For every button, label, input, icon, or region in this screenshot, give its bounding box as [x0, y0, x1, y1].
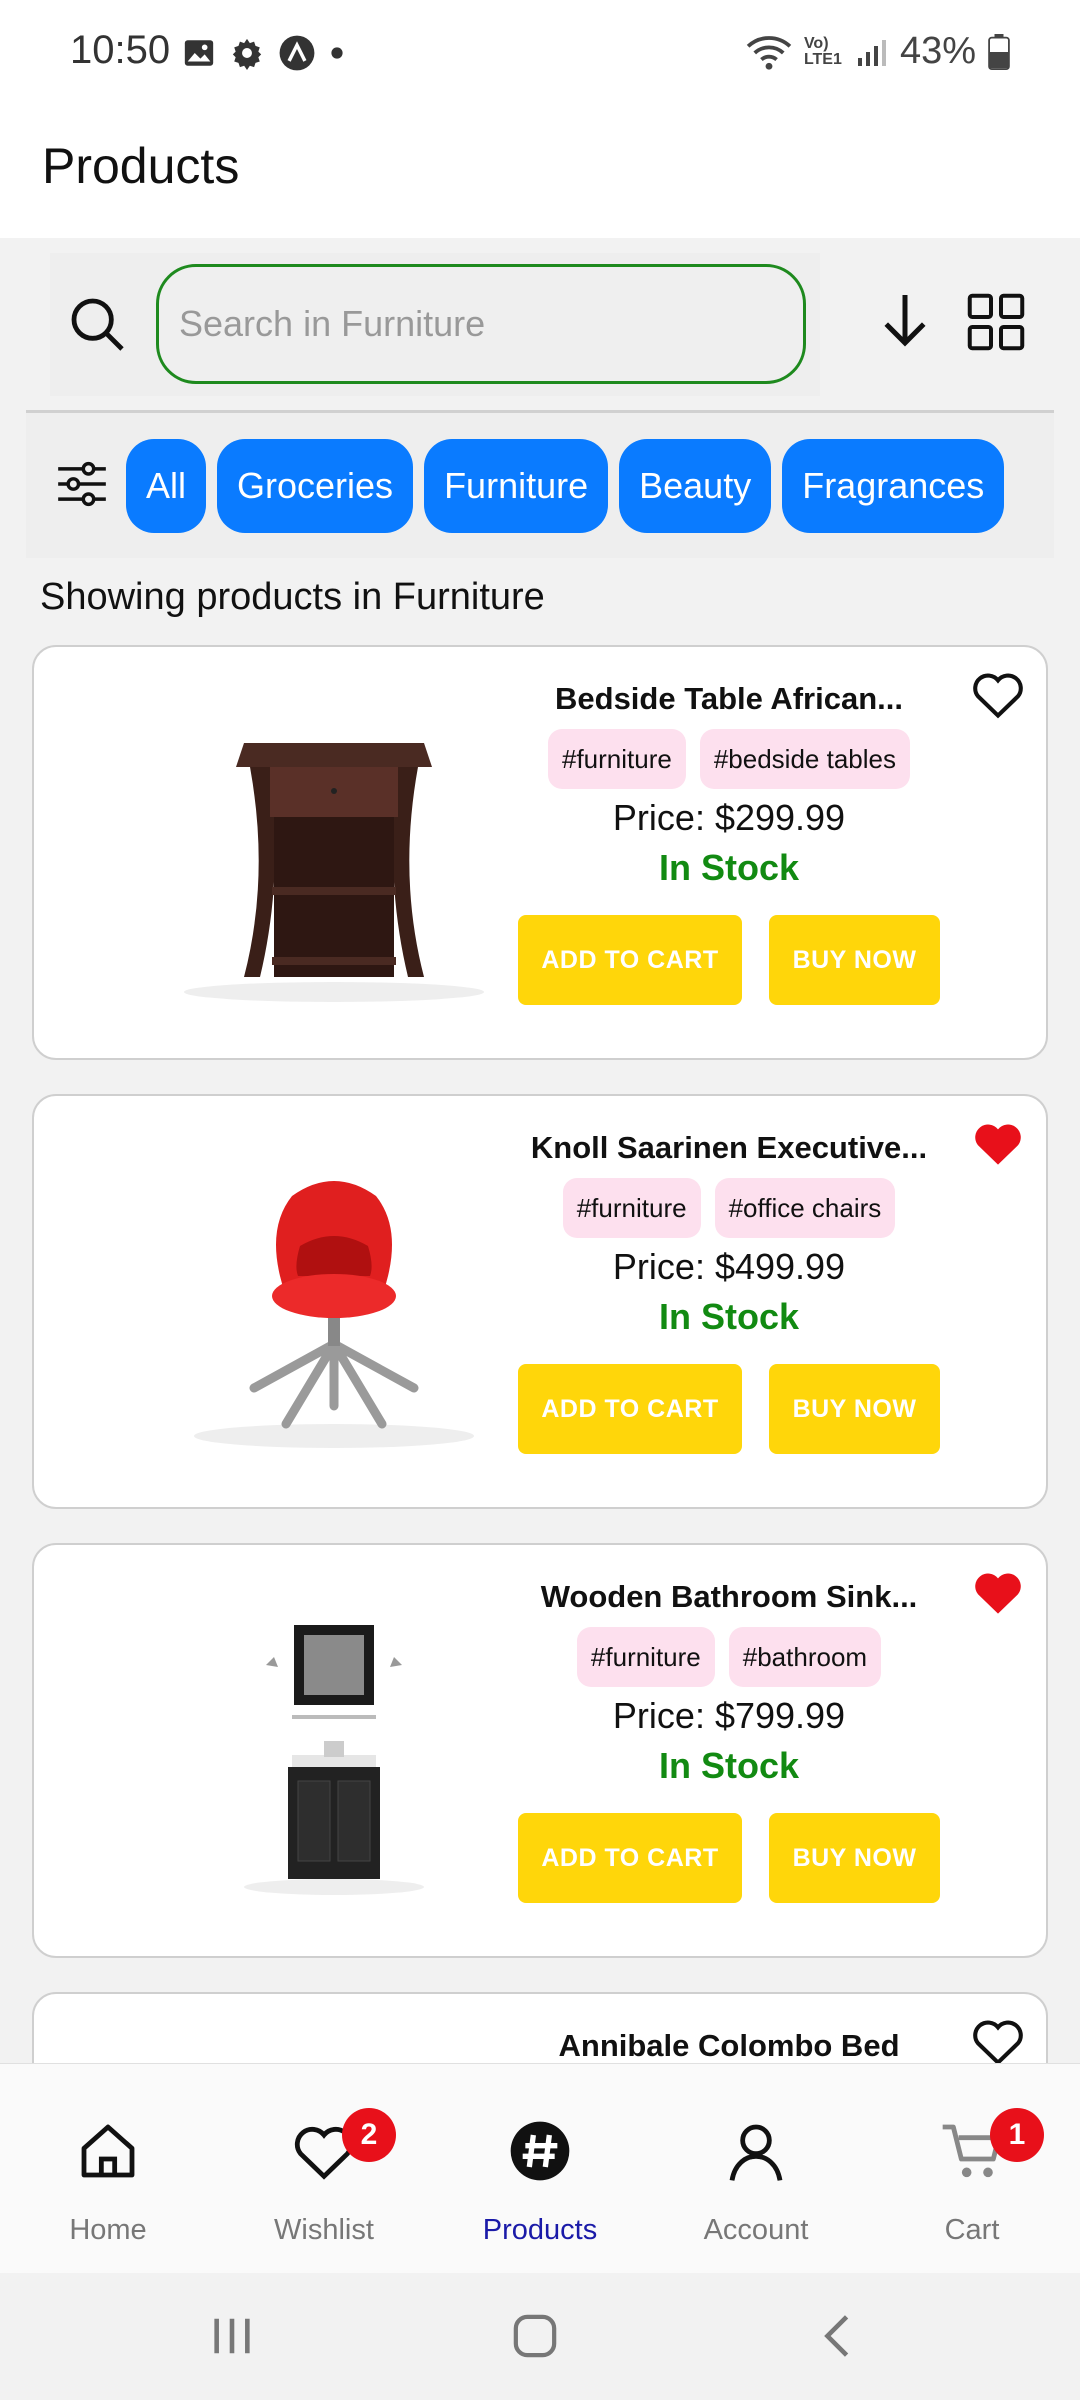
- back-icon[interactable]: [820, 2313, 854, 2359]
- nav-item-cart[interactable]: 1 Cart: [864, 2064, 1080, 2274]
- nav-label: Account: [703, 2214, 809, 2246]
- nav-item-products[interactable]: Products: [432, 2064, 648, 2274]
- status-right: Vo) LTE1 43%: [746, 30, 1010, 73]
- product-tags: #furniture #office chairs: [464, 1178, 994, 1238]
- category-chip-all[interactable]: All: [126, 439, 207, 533]
- page-title: Products: [42, 138, 240, 194]
- status-time: 10:50: [70, 28, 171, 72]
- stock-status: In Stock: [658, 847, 800, 888]
- cart-badge: 1: [990, 2108, 1044, 2162]
- heart-outline-icon[interactable]: [970, 669, 1026, 719]
- product-price: Price: $299.99: [612, 797, 846, 838]
- hashtag-icon: [510, 2121, 570, 2181]
- category-chip-groceries[interactable]: Groceries: [217, 439, 414, 533]
- stock-status: In Stock: [658, 1296, 800, 1337]
- settings-gear-icon: [232, 38, 262, 70]
- category-chip-furniture[interactable]: Furniture: [424, 439, 609, 533]
- screen: 10:50 Vo) LTE1 43% Products All Grocerie…: [0, 0, 1080, 2400]
- product-price: Price: $499.99: [612, 1246, 846, 1287]
- search-bar: [50, 253, 820, 396]
- status-notification-icons: [182, 34, 344, 72]
- filter-sliders-icon[interactable]: [56, 458, 108, 510]
- product-tag[interactable]: #furniture: [576, 1627, 715, 1687]
- product-image-office-chair[interactable]: [174, 1156, 494, 1456]
- heart-filled-icon[interactable]: [970, 1118, 1026, 1168]
- bottom-navigation: Home 2 Wishlist Products Account 1 Cart: [0, 2063, 1080, 2273]
- nav-label: Products: [482, 2214, 598, 2246]
- grid-view-icon[interactable]: [966, 292, 1026, 352]
- category-filter-bar: All Groceries Furniture Beauty Fragrance…: [26, 413, 1054, 558]
- network-label: Vo) LTE1: [803, 34, 842, 68]
- product-actions: ADD TO CART BUY NOW: [464, 1813, 994, 1903]
- product-tag[interactable]: #bedside tables: [699, 729, 910, 789]
- product-price: Price: $799.99: [612, 1695, 846, 1736]
- dot-icon: [331, 47, 343, 59]
- nav-item-account[interactable]: Account: [648, 2064, 864, 2274]
- product-tag[interactable]: #bathroom: [728, 1627, 882, 1687]
- showing-products-label: Showing products in Furniture: [40, 576, 545, 618]
- product-tag[interactable]: #office chairs: [714, 1178, 896, 1238]
- wifi-icon: [746, 35, 792, 70]
- product-tag[interactable]: #furniture: [562, 1178, 701, 1238]
- buy-now-button[interactable]: BUY NOW: [769, 1813, 940, 1903]
- status-bar: 10:50 Vo) LTE1 43%: [0, 0, 1080, 105]
- product-tags: #furniture #bathroom: [464, 1627, 994, 1687]
- recent-apps-icon[interactable]: [210, 2313, 254, 2359]
- add-to-cart-button[interactable]: ADD TO CART: [518, 915, 742, 1005]
- product-card[interactable]: Knoll Saarinen Executive... #furniture #…: [32, 1094, 1048, 1509]
- category-chip-fragrances[interactable]: Fragrances: [782, 439, 1005, 533]
- product-title[interactable]: Wooden Bathroom Sink...: [464, 1579, 994, 1615]
- battery-percent: 43%: [899, 30, 976, 72]
- app-header: Products: [0, 105, 1080, 238]
- product-card[interactable]: Bedside Table African... #furniture #bed…: [32, 645, 1048, 1060]
- product-title[interactable]: Bedside Table African...: [464, 681, 994, 717]
- wishlist-badge: 2: [342, 2108, 396, 2162]
- product-card[interactable]: Wooden Bathroom Sink... #furniture #bath…: [32, 1543, 1048, 1958]
- sort-arrow-down-icon[interactable]: [880, 290, 930, 350]
- gallery-icon: [184, 40, 214, 66]
- user-icon: [729, 2124, 783, 2181]
- product-tag[interactable]: #furniture: [548, 729, 686, 789]
- system-navigation-bar: [0, 2273, 1080, 2400]
- app-notification-icon: [279, 35, 315, 71]
- add-to-cart-button[interactable]: ADD TO CART: [518, 1364, 742, 1454]
- home-icon: [81, 2124, 135, 2178]
- nav-label: Wishlist: [274, 2214, 374, 2246]
- nav-label: Home: [69, 2214, 147, 2246]
- product-title[interactable]: Knoll Saarinen Executive...: [464, 1130, 994, 1166]
- buy-now-button[interactable]: BUY NOW: [769, 915, 940, 1005]
- signal-icon: [857, 39, 886, 66]
- heart-outline-icon[interactable]: [970, 2016, 1026, 2066]
- stock-status: In Stock: [658, 1745, 800, 1786]
- buy-now-button[interactable]: BUY NOW: [769, 1364, 940, 1454]
- category-chips: All Groceries Furniture Beauty Fragrance…: [126, 439, 1005, 533]
- product-image-bedside-table[interactable]: [174, 707, 494, 1007]
- product-tags: #furniture #bedside tables: [464, 729, 994, 789]
- home-button-icon[interactable]: [512, 2313, 558, 2359]
- nav-item-wishlist[interactable]: 2 Wishlist: [216, 2064, 432, 2274]
- add-to-cart-button[interactable]: ADD TO CART: [518, 1813, 742, 1903]
- nav-label: Cart: [944, 2214, 1000, 2246]
- heart-filled-icon[interactable]: [970, 1567, 1026, 1617]
- product-image-bathroom-sink[interactable]: [174, 1605, 494, 1905]
- nav-item-home[interactable]: Home: [0, 2064, 216, 2274]
- search-icon[interactable]: [66, 293, 130, 357]
- category-chip-beauty[interactable]: Beauty: [619, 439, 772, 533]
- product-title[interactable]: Annibale Colombo Bed: [464, 2028, 994, 2064]
- product-actions: ADD TO CART BUY NOW: [464, 915, 994, 1005]
- battery-icon: [988, 33, 1010, 70]
- product-actions: ADD TO CART BUY NOW: [464, 1364, 994, 1454]
- search-input[interactable]: [156, 264, 806, 384]
